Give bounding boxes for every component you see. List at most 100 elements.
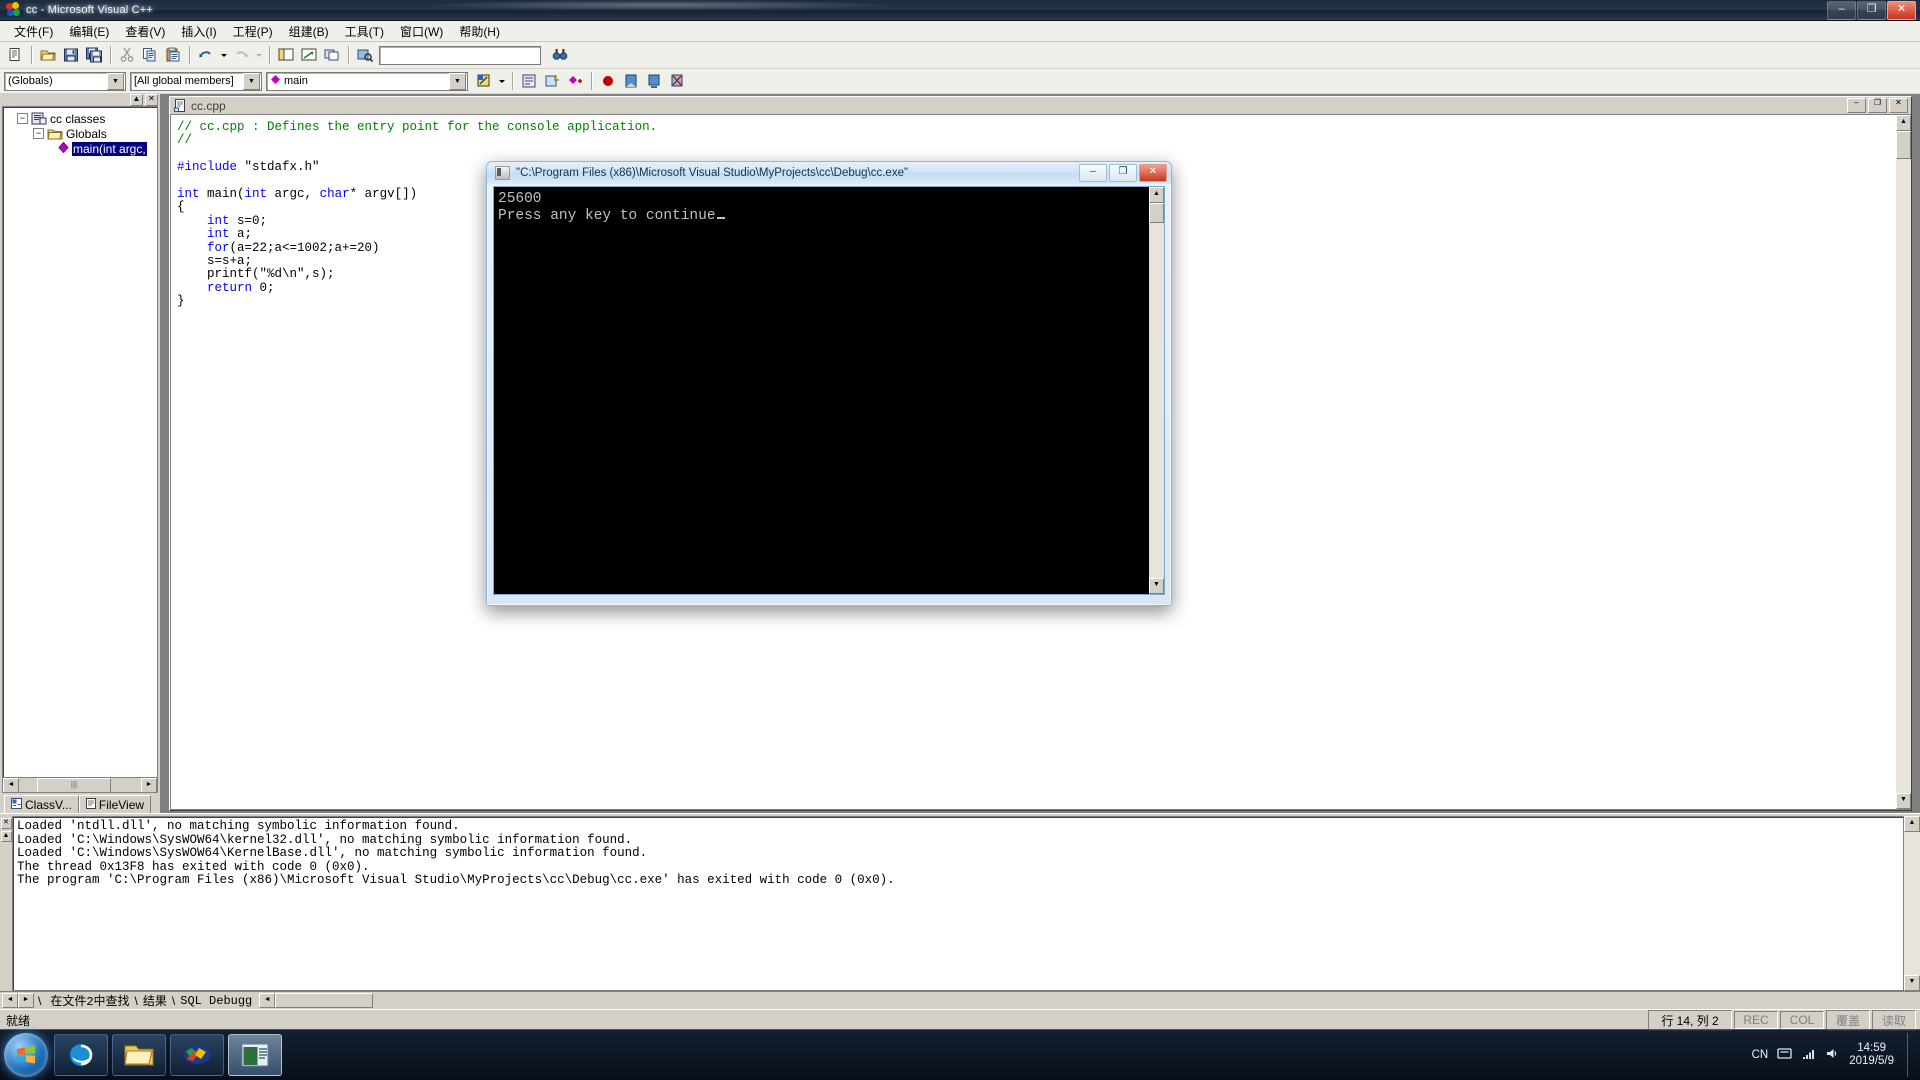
network-icon[interactable] — [1801, 1046, 1816, 1064]
editor-vertical-scrollbar[interactable]: ▲ ▼ — [1896, 114, 1911, 810]
find-binoculars-icon[interactable] — [549, 45, 571, 66]
save-all-icon[interactable] — [83, 45, 105, 66]
tab-scroll-thumb[interactable] — [275, 993, 374, 1008]
tree-item-globals[interactable]: − Globals — [3, 126, 157, 141]
scroll-thumb[interactable]: ||| — [37, 777, 111, 792]
goto-dropdown-icon[interactable] — [496, 71, 507, 92]
tab-find-in-files-2[interactable]: 在文件2中查找 — [45, 992, 134, 1009]
chevron-down-icon[interactable]: ▼ — [243, 72, 260, 90]
menu-item-insert[interactable]: 插入(I) — [173, 21, 224, 42]
output-close-button[interactable]: ✕ — [0, 818, 12, 829]
tree-expander[interactable]: − — [17, 113, 28, 124]
menu-item-build[interactable]: 组建(B) — [281, 21, 337, 42]
editor-close-button[interactable]: ✕ — [1889, 98, 1908, 113]
redo-dropdown-icon[interactable] — [253, 45, 264, 66]
minimize-button[interactable]: – — [1827, 0, 1856, 20]
goto-definition-icon[interactable] — [473, 71, 495, 92]
scroll-down-button[interactable]: ▼ — [1896, 793, 1911, 809]
tab-scroll-left-button[interactable]: ◄ — [2, 993, 18, 1008]
console-title-bar[interactable]: "C:\Program Files (x86)\Microsoft Visual… — [487, 162, 1171, 184]
workspace-icon[interactable] — [275, 45, 297, 66]
menu-item-window[interactable]: 窗口(W) — [392, 21, 451, 42]
taskbar-active-window-icon[interactable] — [228, 1034, 282, 1076]
taskbar-internet-explorer-icon[interactable] — [54, 1034, 108, 1076]
scroll-up-button[interactable]: ▲ — [1904, 816, 1920, 832]
clear-bookmark-icon[interactable] — [666, 71, 688, 92]
class-wizard-icon[interactable] — [518, 71, 540, 92]
breakpoint-icon[interactable] — [597, 71, 619, 92]
editor-title-bar[interactable]: cc.cpp – ❐ ✕ — [170, 97, 1911, 114]
editor-minimize-button[interactable]: – — [1847, 98, 1866, 113]
tab-sql-debugging[interactable]: SQL Debugg — [175, 994, 257, 1008]
build-output-text[interactable]: Loaded 'ntdll.dll', no matching symbolic… — [12, 816, 1904, 991]
show-desktop-button[interactable] — [1907, 1033, 1916, 1077]
scroll-thumb[interactable] — [1149, 203, 1164, 223]
tab-fileview[interactable]: FileView — [78, 795, 152, 813]
output-float-button[interactable]: ▲ — [0, 831, 12, 842]
menu-item-tools[interactable]: 工具(T) — [337, 21, 392, 42]
menu-item-view[interactable]: 查看(V) — [117, 21, 173, 42]
console-minimize-button[interactable]: – — [1079, 164, 1107, 182]
menu-item-edit[interactable]: 编辑(E) — [61, 21, 117, 42]
scroll-track[interactable] — [1149, 223, 1164, 578]
console-vertical-scrollbar[interactable]: ▲ ▼ — [1149, 187, 1164, 594]
window-title-bar[interactable]: cc - Microsoft Visual C++ – ❐ ✕ — [0, 0, 1920, 21]
console-output-text[interactable]: 25600 Press any key to continue — [494, 187, 1149, 594]
menu-item-project[interactable]: 工程(P) — [225, 21, 281, 42]
console-close-button[interactable]: ✕ — [1139, 164, 1167, 182]
scroll-track[interactable] — [1896, 159, 1911, 793]
maximize-button[interactable]: ❐ — [1857, 0, 1886, 20]
pane-close-button[interactable]: ✕ — [145, 94, 158, 106]
scope-combo[interactable]: (Globals) ▼ — [4, 71, 126, 91]
next-bookmark-icon[interactable] — [643, 71, 665, 92]
paste-icon[interactable] — [162, 45, 184, 66]
pane-float-button[interactable]: ▲ — [130, 94, 143, 106]
scroll-down-button[interactable]: ▼ — [1904, 975, 1920, 991]
scroll-thumb[interactable] — [1896, 131, 1911, 159]
window-list-icon[interactable] — [321, 45, 343, 66]
scroll-up-button[interactable]: ▲ — [1896, 115, 1911, 131]
scroll-right-button[interactable]: ► — [141, 777, 157, 792]
class-view-tree[interactable]: − cc classes − Globals main(int argc, ◄ … — [2, 106, 158, 793]
toggle-bookmark-icon[interactable] — [620, 71, 642, 92]
symbol-combo[interactable]: main ▼ — [266, 71, 468, 91]
close-button[interactable]: ✕ — [1887, 0, 1916, 20]
new-file-icon[interactable] — [4, 45, 26, 66]
scroll-up-button[interactable]: ▲ — [1149, 187, 1164, 203]
tree-expander[interactable]: − — [33, 128, 44, 139]
find-combo-box[interactable] — [379, 45, 541, 65]
scroll-track[interactable] — [1904, 832, 1920, 975]
editor-restore-button[interactable]: ❐ — [1868, 98, 1887, 113]
save-icon[interactable] — [60, 45, 82, 66]
redo-icon[interactable] — [230, 45, 252, 66]
tab-overflow-button[interactable]: ◄ — [259, 993, 276, 1008]
tree-item-main[interactable]: main(int argc, — [3, 141, 157, 156]
members-combo[interactable]: [All global members] ▼ — [130, 71, 262, 91]
tab-results[interactable]: 结果 — [138, 992, 172, 1009]
action-center-icon[interactable] — [1777, 1046, 1792, 1064]
new-member-icon[interactable] — [564, 71, 586, 92]
tab-classview[interactable]: ClassV... — [4, 795, 79, 813]
find-in-files-icon[interactable] — [354, 45, 376, 66]
tree-item-cc-classes[interactable]: − cc classes — [3, 111, 157, 126]
open-folder-icon[interactable] — [37, 45, 59, 66]
taskbar-windows-explorer-icon[interactable] — [112, 1034, 166, 1076]
tab-scroll-right-button[interactable]: ► — [18, 993, 34, 1008]
output-vertical-scrollbar[interactable]: ▲ ▼ — [1904, 816, 1920, 991]
scroll-down-button[interactable]: ▼ — [1149, 578, 1164, 594]
copy-icon[interactable] — [139, 45, 161, 66]
console-window[interactable]: "C:\Program Files (x86)\Microsoft Visual… — [486, 161, 1172, 606]
output-window-icon[interactable] — [298, 45, 320, 66]
menu-item-help[interactable]: 帮助(H) — [451, 21, 508, 42]
clock[interactable]: 14:59 2019/5/9 — [1849, 1042, 1894, 1068]
volume-icon[interactable] — [1825, 1046, 1840, 1064]
cut-icon[interactable] — [116, 45, 138, 66]
menu-item-file[interactable]: 文件(F) — [6, 21, 61, 42]
taskbar-visual-cpp-icon[interactable] — [170, 1034, 224, 1076]
chevron-down-icon[interactable]: ▼ — [107, 72, 124, 90]
start-button[interactable] — [4, 1033, 48, 1077]
tree-horizontal-scrollbar[interactable]: ◄ ||| ► — [3, 777, 157, 792]
undo-icon[interactable] — [195, 45, 217, 66]
undo-dropdown-icon[interactable] — [218, 45, 229, 66]
new-class-icon[interactable] — [541, 71, 563, 92]
